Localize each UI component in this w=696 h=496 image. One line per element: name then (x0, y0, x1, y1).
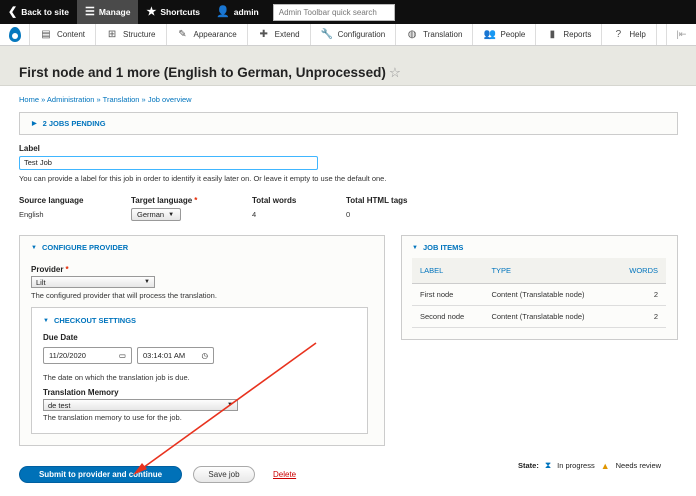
table-header-row: LABEL TYPE WORDS (412, 258, 666, 284)
required-marker: * (65, 265, 69, 274)
calendar-icon[interactable]: ▭ (119, 351, 126, 360)
toolbar-item-content[interactable]: ▤ Content (30, 24, 97, 45)
job-items-table: LABEL TYPE WORDS First node Content (Tra… (412, 258, 666, 328)
chevron-down-icon: ▼ (144, 279, 150, 285)
provider-help-text: The configured provider that will proces… (31, 291, 217, 300)
help-icon: ? (615, 29, 622, 40)
manage-tab[interactable]: ☰ Manage (76, 0, 139, 24)
toolbar-item-translation[interactable]: ◍ Translation (396, 24, 474, 45)
label-help-text: You can provide a label for this job in … (19, 174, 387, 183)
source-language-label: Source language (19, 196, 84, 205)
toolbar-item-appearance[interactable]: ✎ Appearance (167, 24, 248, 45)
shortcut-star-icon[interactable]: ☆ (389, 65, 401, 80)
target-language-select[interactable]: German ▼ (131, 208, 181, 221)
state-needs-review: Needs review (615, 461, 662, 470)
translation-memory-help-text: The translation memory to use for the jo… (43, 413, 182, 422)
brush-icon: ✎ (178, 29, 187, 40)
back-to-site-link[interactable]: ❮ Back to site (0, 0, 77, 24)
total-words-value: 4 (252, 210, 257, 219)
translation-memory-label: Translation Memory (43, 388, 119, 397)
drupal-logo-icon[interactable] (0, 24, 30, 45)
admin-quick-search-input[interactable]: Admin Toolbar quick search (272, 3, 395, 21)
triangle-down-icon: ▼ (31, 244, 37, 251)
translation-memory-select[interactable]: de test ▼ (43, 399, 238, 411)
delete-link[interactable]: Delete (273, 470, 296, 479)
structure-icon: ⊞ (107, 29, 117, 40)
triangle-down-icon: ▼ (412, 244, 418, 251)
chevron-down-icon: ▼ (227, 402, 233, 408)
state-label: State: (518, 461, 539, 470)
job-state-legend: State: ⧗ In progress ▲ Needs review (518, 460, 661, 471)
source-language-value: English (19, 210, 44, 219)
page-header: First node and 1 more (English to German… (0, 46, 696, 86)
wrench-icon: 🔧 (320, 29, 334, 40)
toolbar-item-structure[interactable]: ⊞ Structure (96, 24, 167, 45)
job-items-toggle[interactable]: ▼ JOB ITEMS (412, 243, 463, 252)
configure-provider-toggle[interactable]: ▼ CONFIGURE PROVIDER (31, 243, 128, 252)
shortcuts-tab[interactable]: ★ Shortcuts (138, 0, 208, 24)
triangle-right-icon: ▶ (32, 121, 37, 127)
due-date-input[interactable]: 11/20/2020 ▭ (43, 347, 132, 364)
menu-icon: ☰ (84, 5, 95, 18)
provider-label: Provider * (31, 265, 69, 274)
required-marker: * (194, 196, 198, 205)
toolbar-item-help[interactable]: ? Help (602, 24, 657, 45)
save-job-button[interactable]: Save job (193, 466, 255, 483)
warning-icon: ▲ (600, 460, 610, 471)
bar-chart-icon: ▮ (549, 29, 556, 40)
due-time-input[interactable]: 03:14:01 AM ◷ (137, 347, 214, 364)
due-date-label: Due Date (43, 333, 78, 342)
submit-to-provider-button[interactable]: Submit to provider and continue (19, 466, 182, 483)
people-icon: 👥 (483, 29, 496, 40)
jobs-pending-toggle[interactable]: ▶ 2 JOBS PENDING (19, 112, 678, 135)
job-item-label: First node (412, 283, 484, 306)
page-title: First node and 1 more (English to German… (19, 65, 401, 80)
state-in-progress: In progress (557, 461, 595, 470)
chevron-down-icon: ▼ (168, 211, 175, 218)
job-item-label: Second node (412, 305, 484, 328)
triangle-down-icon: ▼ (43, 317, 49, 324)
toolbar-item-people[interactable]: 👥 People (473, 24, 537, 45)
puzzle-icon: ✚ (259, 29, 268, 40)
total-html-tags-value: 0 (346, 210, 351, 219)
clock-icon[interactable]: ◷ (201, 351, 208, 360)
due-date-help-text: The date on which the translation job is… (43, 373, 190, 382)
breadcrumb[interactable]: Home » Administration » Translation » Jo… (19, 95, 192, 104)
label-field-label: Label (19, 144, 40, 153)
target-language-label: Target language * (131, 196, 198, 205)
total-html-tags-label: Total HTML tags (346, 196, 408, 205)
user-tab[interactable]: 👤 admin (208, 0, 267, 24)
user-icon: 👤 (216, 5, 230, 18)
table-row[interactable]: First node Content (Translatable node) 2 (412, 283, 666, 306)
back-arrow-icon: ❮ (8, 5, 18, 18)
toolbar-item-reports[interactable]: ▮ Reports (536, 24, 603, 45)
hourglass-icon: ⧗ (544, 460, 552, 470)
admin-toolbar: ❮ Back to site ☰ Manage ★ Shortcuts 👤 ad… (0, 0, 696, 24)
column-header-label[interactable]: LABEL (412, 258, 484, 284)
checkout-settings-toggle[interactable]: ▼ CHECKOUT SETTINGS (43, 316, 136, 325)
job-item-words: 2 (612, 305, 666, 328)
table-row[interactable]: Second node Content (Translatable node) … (412, 305, 666, 328)
job-item-words: 2 (612, 283, 666, 306)
toolbar-item-configuration[interactable]: 🔧 Configuration (311, 24, 397, 45)
toolbar-orientation-toggle[interactable]: |⇤ (666, 24, 696, 45)
star-icon: ★ (146, 5, 157, 18)
job-item-type: Content (Translatable node) (483, 305, 613, 328)
toolbar-item-extend[interactable]: ✚ Extend (248, 24, 311, 45)
manage-tray: ▤ Content ⊞ Structure ✎ Appearance ✚ Extend … (0, 24, 696, 46)
job-item-type: Content (Translatable node) (483, 283, 613, 306)
globe-icon: ◍ (407, 29, 417, 40)
total-words-label: Total words (252, 196, 297, 205)
provider-select[interactable]: Lilt ▼ (31, 276, 155, 288)
column-header-type[interactable]: TYPE (483, 258, 613, 284)
column-header-words[interactable]: WORDS (612, 258, 666, 284)
collapse-icon: |⇤ (676, 29, 687, 39)
label-input[interactable]: Test Job (19, 156, 318, 170)
document-icon: ▤ (41, 29, 51, 40)
